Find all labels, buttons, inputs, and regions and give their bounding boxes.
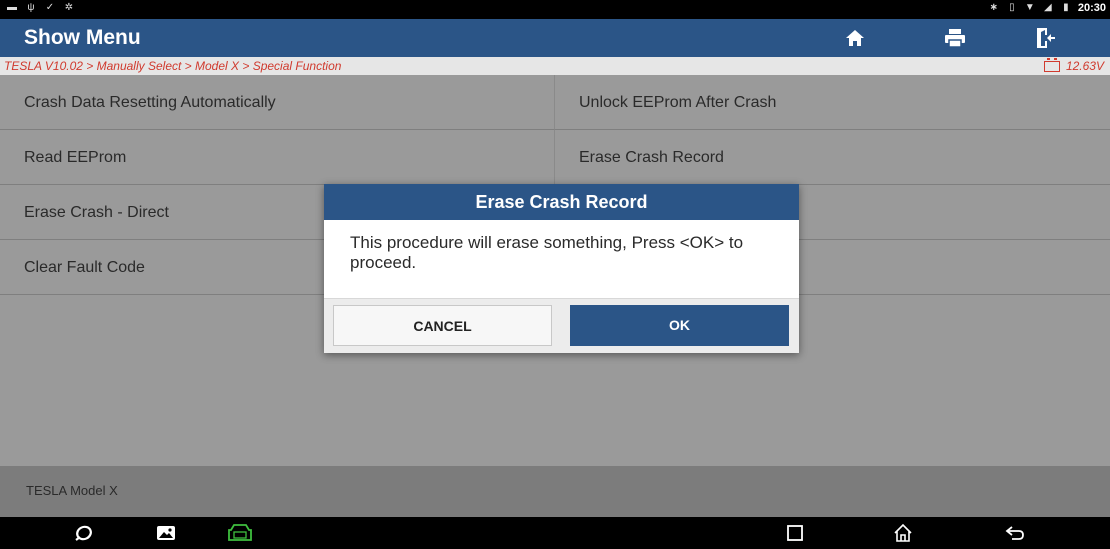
car-battery-icon	[1043, 57, 1060, 72]
status-right-icons: ∗ ▯ ▼ ◢ ▮ 20:30	[988, 2, 1106, 14]
browser-button[interactable]	[70, 521, 98, 545]
footer-bar: TESLA Model X	[0, 466, 1110, 517]
menu-item-unlock-eeprom[interactable]: Unlock EEProm After Crash	[555, 75, 1110, 130]
dialog-button-bar: CANCEL OK	[324, 298, 799, 353]
vci-button[interactable]	[226, 521, 254, 545]
status-bar: ▬ ψ ✓ ✲ ∗ ▯ ▼ ◢ ▮ 20:30	[0, 0, 1110, 19]
dialog-title: Erase Crash Record	[324, 184, 799, 220]
image-icon: ▬	[7, 2, 17, 13]
menu-item-read-eeprom[interactable]: Read EEProm	[0, 130, 555, 185]
breadcrumb-bar: TESLA V10.02 > Manually Select > Model X…	[0, 57, 1110, 75]
back-button[interactable]	[1001, 521, 1029, 545]
home-icon	[846, 30, 864, 46]
ok-button[interactable]: OK	[570, 305, 789, 346]
signal-icon: ◢	[1044, 2, 1052, 13]
battery-icon: ▮	[1063, 2, 1069, 13]
dialog-message: This procedure will erase something, Pre…	[350, 233, 744, 272]
settings-icon: ✲	[64, 2, 74, 13]
exit-icon	[1037, 28, 1055, 48]
erase-crash-record-dialog: Erase Crash Record This procedure will e…	[324, 184, 799, 353]
recent-apps-button[interactable]	[781, 521, 809, 545]
home-nav-button[interactable]	[889, 521, 917, 545]
print-button[interactable]	[915, 19, 995, 57]
bluetooth-icon: ∗	[989, 2, 999, 13]
recent-apps-icon	[787, 525, 803, 541]
back-icon	[1005, 526, 1024, 540]
check-icon: ✓	[45, 2, 55, 13]
vibrate-icon: ▯	[1009, 2, 1015, 13]
android-nav-bar	[0, 517, 1110, 549]
page-title: Show Menu	[24, 26, 141, 49]
gallery-icon	[157, 526, 175, 540]
breadcrumb: TESLA V10.02 > Manually Select > Model X…	[4, 59, 342, 73]
status-left-icons: ▬ ψ ✓ ✲	[6, 2, 75, 14]
gallery-button[interactable]	[152, 521, 180, 545]
voltage-value: 12.63V	[1065, 59, 1104, 73]
status-time: 20:30	[1077, 2, 1106, 14]
menu-item-erase-crash-record[interactable]: Erase Crash Record	[555, 130, 1110, 185]
menu-item-crash-data-resetting[interactable]: Crash Data Resetting Automatically	[0, 75, 555, 130]
home-button[interactable]	[815, 19, 895, 57]
home-nav-icon	[894, 523, 912, 542]
vehicle-label: TESLA Model X	[26, 483, 118, 498]
voltage-indicator: 12.63V	[1043, 57, 1104, 73]
exit-button[interactable]	[1005, 19, 1085, 57]
browser-icon	[75, 525, 92, 541]
cancel-button[interactable]: CANCEL	[333, 305, 552, 346]
wifi-icon: ▼	[1024, 2, 1035, 13]
title-bar: Show Menu	[0, 19, 1110, 57]
vci-icon	[228, 524, 252, 541]
usb-icon: ψ	[27, 2, 35, 13]
print-icon	[945, 29, 965, 48]
